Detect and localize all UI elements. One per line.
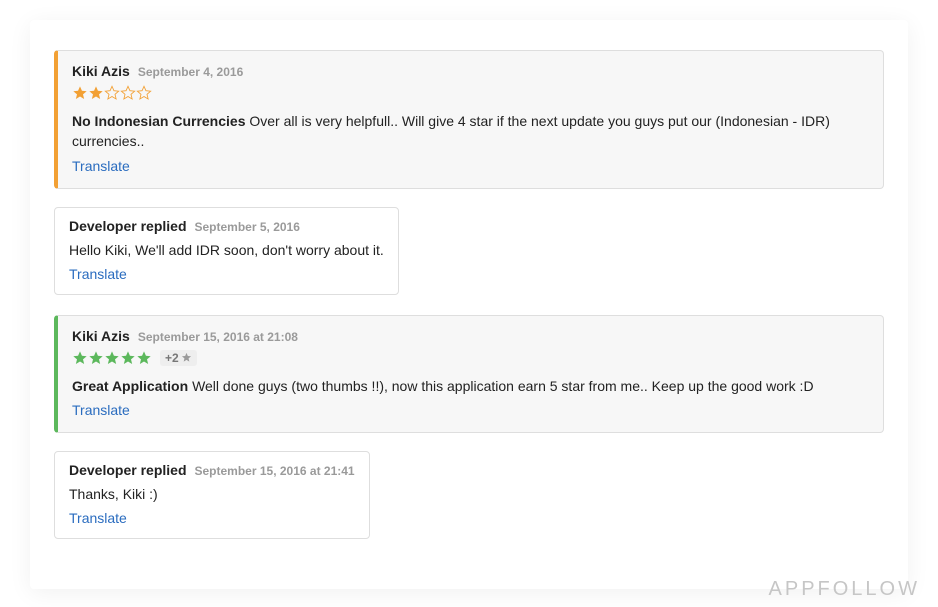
review-author: Kiki Azis — [72, 328, 130, 344]
translate-link[interactable]: Translate — [69, 266, 127, 282]
star-icon — [88, 85, 104, 101]
reply-body: Thanks, Kiki :) — [69, 484, 355, 504]
watermark: APPFOLLOW — [769, 578, 920, 601]
reply-header: Developer replied September 5, 2016 — [69, 218, 384, 234]
star-icon — [181, 352, 192, 363]
reply-header: Developer replied September 15, 2016 at … — [69, 462, 355, 478]
star-rating — [72, 350, 152, 366]
reply-body: Hello Kiki, We'll add IDR soon, don't wo… — [69, 240, 384, 260]
rating-row — [72, 85, 869, 101]
reply-author: Developer replied — [69, 462, 187, 478]
star-icon — [120, 85, 136, 101]
translate-link[interactable]: Translate — [72, 158, 130, 174]
developer-reply-card: Developer replied September 15, 2016 at … — [54, 451, 370, 539]
review-body: Great Application Well done guys (two th… — [72, 376, 869, 396]
star-icon — [136, 85, 152, 101]
review-card: Kiki Azis September 4, 2016 No Indonesia… — [54, 50, 884, 189]
star-rating — [72, 85, 152, 101]
reply-date: September 5, 2016 — [195, 220, 300, 234]
review-title: No Indonesian Currencies — [72, 113, 245, 129]
translate-link[interactable]: Translate — [69, 510, 127, 526]
star-icon — [104, 350, 120, 366]
review-header: Kiki Azis September 15, 2016 at 21:08 — [72, 328, 869, 344]
reviews-container: Kiki Azis September 4, 2016 No Indonesia… — [30, 20, 908, 589]
star-icon — [72, 350, 88, 366]
reply-date: September 15, 2016 at 21:41 — [195, 464, 355, 478]
review-date: September 4, 2016 — [138, 65, 243, 79]
reply-author: Developer replied — [69, 218, 187, 234]
star-icon — [72, 85, 88, 101]
rating-delta-badge: +2 — [160, 350, 197, 366]
rating-row: +2 — [72, 350, 869, 366]
star-icon — [104, 85, 120, 101]
review-text: Well done guys (two thumbs !!), now this… — [192, 378, 814, 394]
review-author: Kiki Azis — [72, 63, 130, 79]
review-body: No Indonesian Currencies Over all is ver… — [72, 111, 869, 152]
review-header: Kiki Azis September 4, 2016 — [72, 63, 869, 79]
star-icon — [88, 350, 104, 366]
review-title: Great Application — [72, 378, 188, 394]
rating-delta-value: +2 — [165, 351, 179, 365]
star-icon — [136, 350, 152, 366]
developer-reply-card: Developer replied September 5, 2016 Hell… — [54, 207, 399, 295]
review-date: September 15, 2016 at 21:08 — [138, 330, 298, 344]
review-card: Kiki Azis September 15, 2016 at 21:08 +2… — [54, 315, 884, 433]
translate-link[interactable]: Translate — [72, 402, 130, 418]
star-icon — [120, 350, 136, 366]
